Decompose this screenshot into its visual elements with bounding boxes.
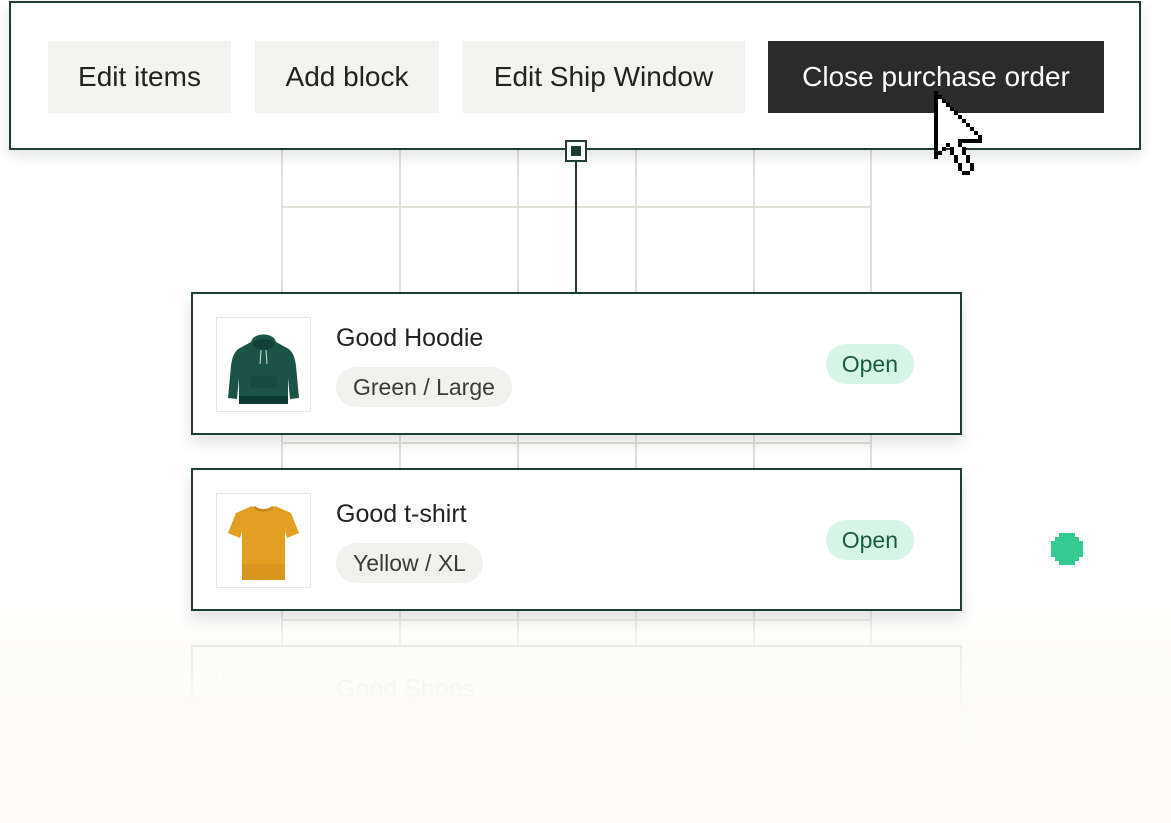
product-thumbnail [216,670,311,765]
item-name: Good Hoodie [336,324,484,352]
connector-line [575,161,577,293]
status-badge: Open [825,344,914,384]
edit-ship-window-button[interactable]: Edit Ship Window [462,41,745,113]
canvas: Edit items Add block Edit Ship Window Cl… [0,0,1171,823]
connector-handle-icon[interactable] [565,140,587,162]
tshirt-icon [228,506,299,580]
pixel-dot-icon [1051,533,1083,565]
item-name: Good t-shirt [336,500,467,528]
line-item-card[interactable]: Good Shoes [191,645,962,788]
hoodie-icon [228,334,299,404]
variant-chip: Yellow / XL [336,543,483,583]
product-thumbnail [216,493,311,588]
variant-chip: Green / Large [336,367,512,407]
add-block-button[interactable]: Add block [255,41,439,113]
line-item-card[interactable]: Good Hoodie Green / Large Open [191,292,962,435]
pointer-cursor-icon [934,91,982,175]
status-badge: Open [825,520,914,560]
product-thumbnail [216,317,311,412]
item-name: Good Shoes [336,675,475,703]
line-item-card[interactable]: Good t-shirt Yellow / XL Open [191,468,962,611]
edit-items-button[interactable]: Edit items [48,41,231,113]
